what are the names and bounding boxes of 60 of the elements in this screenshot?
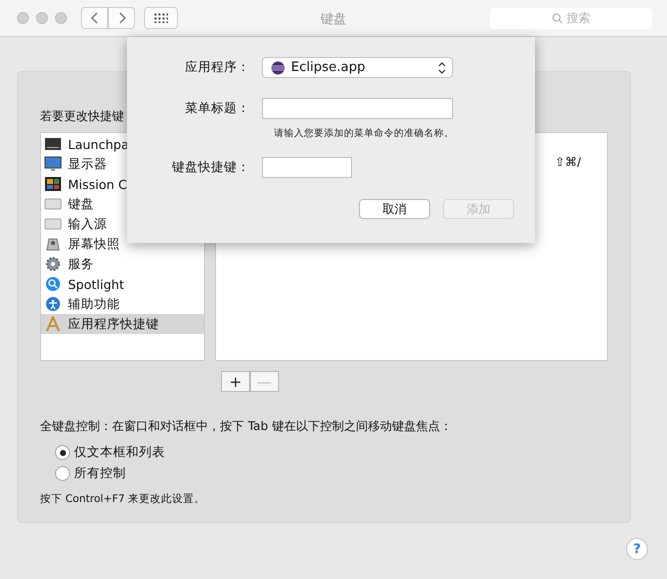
grid-icon: [154, 13, 168, 23]
category-label: Spotlight: [68, 276, 124, 292]
keyboard-icon: [44, 216, 62, 232]
category-label: 显示器: [68, 156, 107, 172]
radio-button[interactable]: [55, 466, 70, 481]
field-label: 应用程序：: [184, 59, 251, 76]
windows-icon: [44, 176, 62, 192]
category-item[interactable]: 应用程序快捷键: [41, 314, 204, 334]
help-button[interactable]: ?: [626, 538, 648, 560]
category-item[interactable]: 辅助功能: [41, 294, 204, 314]
search-icon: [44, 276, 62, 292]
full-keyboard-label: 全键盘控制：在窗口和对话框中，按下 Tab 键在以下控制之间移动键盘焦点：: [40, 418, 453, 435]
list-label: 若要更改快捷键: [40, 108, 124, 125]
show-all-button[interactable]: [144, 7, 178, 29]
app-popup[interactable]: Eclipse.app: [262, 57, 453, 78]
search-icon: [552, 12, 562, 24]
category-item[interactable]: 服务: [41, 254, 204, 274]
field-label: 键盘快捷键：: [171, 159, 251, 176]
hint-text: 请输入您要添加的菜单命令的准确名称。: [274, 127, 455, 140]
globe-icon: [271, 60, 285, 74]
camera-icon: [44, 236, 62, 252]
monitor-icon: [44, 156, 62, 172]
category-label: Mission C: [68, 176, 128, 192]
keyboard-icon: [44, 196, 62, 212]
chevron-left-icon: [90, 12, 98, 24]
zoom-button[interactable]: [55, 12, 67, 24]
forward-button[interactable]: [108, 7, 135, 29]
hint-text: 按下 Control+F7 来更改此设置。: [40, 492, 206, 506]
category-label: 服务: [68, 256, 94, 272]
category-item[interactable]: Launchpa: [41, 134, 204, 154]
gear-icon: [44, 256, 62, 272]
minimize-button[interactable]: [36, 12, 48, 24]
shortcut-field[interactable]: [262, 157, 352, 178]
radio-label: 仅文本框和列表: [74, 444, 165, 461]
menu-title-field[interactable]: [262, 98, 453, 119]
category-item[interactable]: Spotlight: [41, 274, 204, 294]
accessibility-icon: [44, 296, 62, 312]
chevron-right-icon: [118, 12, 126, 24]
back-button[interactable]: [81, 7, 108, 29]
close-button[interactable]: [17, 12, 29, 24]
category-label: Launchpa: [68, 136, 129, 152]
add-button[interactable]: +: [221, 371, 250, 392]
category-item[interactable]: 屏幕快照: [41, 234, 204, 254]
category-item[interactable]: 键盘: [41, 194, 204, 214]
field-label: 菜单标题：: [184, 100, 251, 117]
stepper-icon: [438, 62, 446, 74]
category-label: 屏幕快照: [68, 236, 120, 252]
category-label: 键盘: [68, 196, 94, 212]
category-label: 输入源: [68, 216, 107, 232]
window-title: 键盘: [320, 12, 346, 27]
radio-label: 所有控制: [74, 465, 126, 482]
category-label: 应用程序快捷键: [68, 316, 159, 332]
shortcut-keys: ⇧⌘/: [554, 155, 581, 169]
radio-button[interactable]: [55, 445, 70, 460]
category-item[interactable]: 输入源: [41, 214, 204, 234]
category-label: 辅助功能: [68, 296, 120, 312]
screen-icon: [44, 136, 62, 152]
drafting-tools-icon: [44, 316, 62, 332]
cancel-button[interactable]: 取消: [359, 199, 430, 219]
category-item[interactable]: Mission C: [41, 174, 204, 194]
